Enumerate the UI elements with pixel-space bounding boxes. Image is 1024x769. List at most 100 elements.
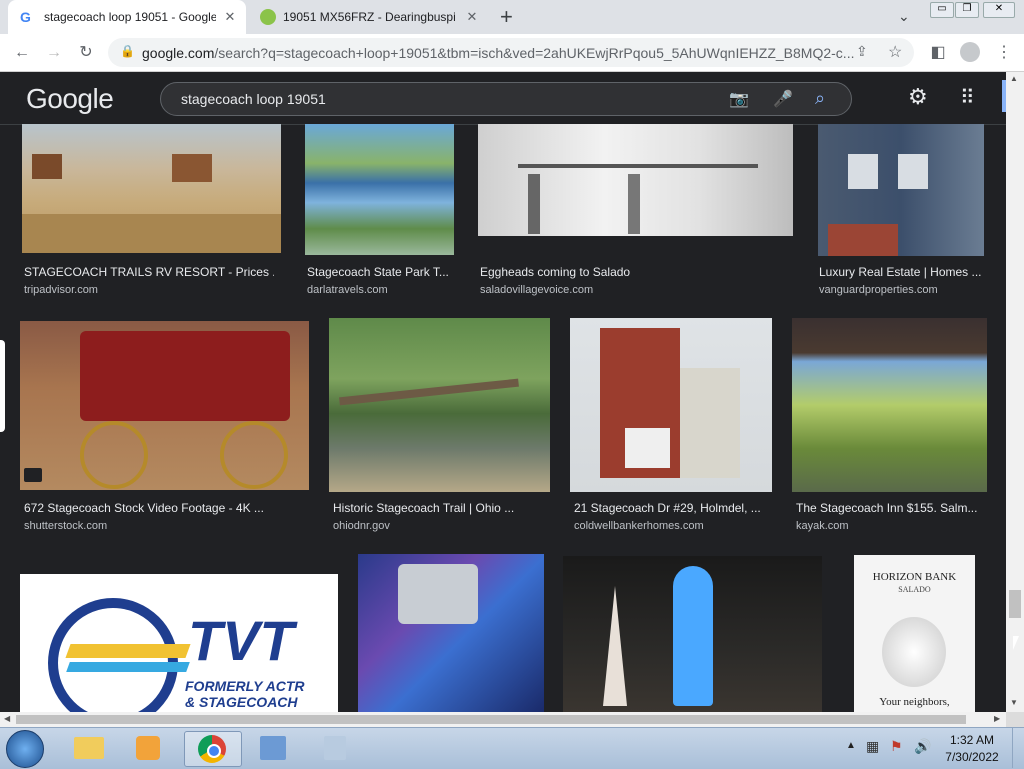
tab-title: stagecoach loop 19051 - Google [44,10,216,24]
new-tab-button[interactable]: + [500,4,513,30]
url-path: /search?q=stagecoach+loop+19051&tbm=isch… [214,45,855,61]
image-result[interactable]: TVT FORMERLY ACTR & STAGECOACH [20,574,338,712]
apps-grid-icon[interactable]: ⠿ [960,85,975,110]
profile-avatar[interactable] [960,42,980,62]
media-player-icon [136,736,160,760]
start-button[interactable] [6,730,44,768]
camera-icon[interactable]: 📷 [729,89,749,109]
result-caption[interactable]: Stagecoach State Park T... [307,265,453,279]
action-center-icon[interactable]: ⚑ [890,738,903,755]
tab-search-chevron-icon[interactable]: ⌄ [898,8,910,25]
taskbar-media-player[interactable] [122,731,178,765]
close-window-button[interactable]: ✕ [983,2,1015,18]
scroll-thumb[interactable] [1009,590,1021,618]
scroll-right-icon[interactable]: ▶ [994,714,1000,723]
restore-button[interactable]: ❐ [955,2,979,18]
volume-icon[interactable]: 🔊 [914,738,931,755]
scroll-thumb[interactable] [16,715,966,724]
close-tab-icon[interactable]: ✕ [222,9,238,25]
taskbar-explorer[interactable] [62,731,118,765]
vertical-scrollbar[interactable]: ▲ ▼ [1006,72,1024,712]
result-caption[interactable]: STAGECOACH TRAILS RV RESORT - Prices ... [24,265,274,279]
horizontal-scrollbar[interactable]: ◀ ▶ [0,712,1006,727]
image-result[interactable] [305,124,454,255]
result-caption[interactable]: Luxury Real Estate | Homes ... [819,265,985,279]
clock-time: 1:32 AM [949,733,995,747]
google-logo[interactable]: Google [26,83,114,115]
result-caption[interactable]: Eggheads coming to Salado [480,265,780,279]
share-icon[interactable]: ⇪ [856,43,868,60]
bank-sub: SALADO [898,585,931,594]
mouse-cursor [1013,636,1019,650]
close-tab-icon[interactable]: ✕ [464,9,480,25]
taskbar-control-panel[interactable] [246,731,302,765]
image-result[interactable] [792,318,987,492]
taskbar-network-app[interactable] [308,731,364,765]
side-panel-handle[interactable] [0,340,5,432]
tvt-tagline-2: & STAGECOACH [185,694,298,710]
address-bar[interactable]: 🔒 google.com/search?q=stagecoach+loop+19… [108,38,914,67]
minimize-button[interactable]: ▭ [930,2,954,18]
lock-icon: 🔒 [120,44,135,58]
search-input[interactable]: stagecoach loop 19051 📷 🎤 ⌕ [160,82,852,116]
result-source[interactable]: tripadvisor.com [24,284,98,296]
tab-dearingbuspix[interactable]: 19051 MX56FRZ - Dearingbuspix ✕ [250,0,488,34]
result-source[interactable]: darlatravels.com [307,284,388,296]
menu-kebab-icon[interactable]: ⋮ [994,43,1014,63]
taskbar-chrome[interactable] [184,731,242,767]
forward-arrow-icon[interactable]: → [44,43,64,63]
smiley-icon [260,9,276,25]
tab-google-search[interactable]: G stagecoach loop 19051 - Google ✕ [8,0,246,34]
tvt-logo-text: TVT [188,609,294,672]
result-caption[interactable]: Historic Stagecoach Trail | Ohio ... [333,501,543,515]
result-source[interactable]: coldwellbankerhomes.com [574,520,704,532]
url-domain: google.com [142,45,215,61]
bank-slogan: Your neighbors, [879,696,950,708]
result-source[interactable]: kayak.com [796,520,849,532]
image-result[interactable] [570,318,772,492]
bank-name: HORIZON BANK [872,571,957,583]
image-result[interactable] [22,124,281,253]
result-source[interactable]: saladovillagevoice.com [480,284,593,296]
control-panel-icon [260,736,286,760]
clock[interactable]: 1:32 AM 7/30/2022 [940,733,1004,764]
image-result[interactable] [20,321,309,490]
image-result[interactable] [478,124,793,236]
search-icon[interactable]: ⌕ [815,88,825,109]
microphone-icon[interactable]: 🎤 [773,89,793,109]
tab-title: 19051 MX56FRZ - Dearingbuspix [283,10,455,24]
scroll-down-icon[interactable]: ▼ [1010,698,1018,707]
google-g-icon: G [20,9,31,25]
scroll-left-icon[interactable]: ◀ [4,714,10,723]
result-caption[interactable]: 672 Stagecoach Stock Video Footage - 4K … [24,501,304,515]
google-header: Google stagecoach loop 19051 📷 🎤 ⌕ ⚙ ⠿ [0,72,1006,125]
image-result[interactable]: HORIZON BANK SALADO Your neighbors, [854,555,975,712]
image-result[interactable] [358,554,544,712]
tvt-tagline-1: FORMERLY ACTR [185,678,305,694]
image-result[interactable] [818,124,984,256]
show-desktop-button[interactable] [1012,728,1024,768]
result-source[interactable]: vanguardproperties.com [819,284,938,296]
network-icon [324,736,346,760]
video-icon [24,468,42,482]
result-source[interactable]: shutterstock.com [24,520,107,532]
result-caption[interactable]: The Stagecoach Inn $155. Salm... [796,501,982,515]
blue-scroll-indicator [1002,80,1006,112]
result-caption[interactable]: 21 Stagecoach Dr #29, Holmdel, ... [574,501,766,515]
settings-gear-icon[interactable]: ⚙ [908,84,928,110]
image-result[interactable] [329,318,550,492]
side-panel-icon[interactable]: ◧ [928,43,948,63]
tray-expand-icon[interactable]: ▲ [846,740,856,751]
bookmark-star-icon[interactable]: ☆ [888,42,902,62]
tab-strip: G stagecoach loop 19051 - Google ✕ 19051… [0,0,1024,34]
result-source[interactable]: ohiodnr.gov [333,520,390,532]
back-arrow-icon[interactable]: ← [12,43,32,63]
url-text: google.com/search?q=stagecoach+loop+1905… [142,45,854,61]
search-query: stagecoach loop 19051 [181,91,326,107]
piggy-bank-icon [882,617,946,687]
reload-icon[interactable]: ↻ [76,43,96,63]
image-result[interactable] [563,556,822,712]
clock-date: 7/30/2022 [945,750,999,764]
network-tray-icon[interactable]: ▦ [866,738,879,755]
scroll-up-icon[interactable]: ▲ [1010,74,1018,83]
